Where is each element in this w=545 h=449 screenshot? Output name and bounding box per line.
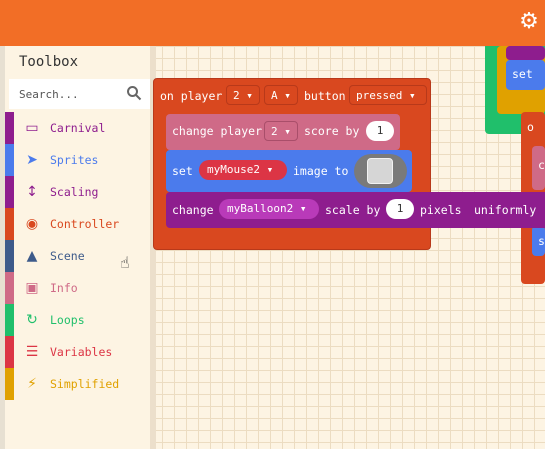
chevron-down-icon: ▾: [259, 163, 274, 176]
vertical-arrows-icon: ↕: [26, 184, 38, 200]
score-prefix: change player: [172, 124, 263, 138]
sprite-dropdown-balloon[interactable]: myBalloon2 ▾: [219, 199, 319, 219]
player-value: 2: [233, 89, 240, 102]
category-color-stripe: [5, 272, 14, 304]
chevron-down-icon: ▾: [277, 89, 291, 102]
chevron-down-icon: ▾: [239, 89, 253, 102]
score-player-dropdown[interactable]: 2 ▾: [264, 121, 298, 141]
toolbox-title: Toolbox: [19, 54, 79, 70]
score-player-value: 2: [271, 125, 278, 138]
category-label: Loops: [50, 313, 85, 327]
category-color-stripe: [5, 112, 14, 144]
scale-units: pixels: [420, 203, 462, 217]
gamepad-icon: ◉: [25, 216, 39, 232]
toolbox-category-carnival[interactable]: ▭ Carnival: [5, 112, 150, 144]
partial-block-pink-right[interactable]: c: [532, 146, 545, 190]
category-color-stripe: [5, 368, 14, 400]
toolbox-category-controller[interactable]: ◉ Controller: [5, 208, 150, 240]
tree-icon: ▲: [26, 248, 38, 264]
category-color-stripe: [5, 304, 14, 336]
sprite-mouse-value: myMouse2: [207, 163, 260, 176]
partial-block-purple-top[interactable]: [506, 46, 545, 60]
partial-s-label: s: [538, 234, 545, 248]
button-value: A: [271, 89, 278, 102]
category-label: Simplified: [50, 377, 120, 391]
id-card-icon: ▣: [25, 280, 39, 296]
hand-cursor-icon: ☝: [120, 253, 130, 272]
scale-prefix: change: [172, 203, 214, 217]
chevron-down-icon: ▾: [277, 125, 291, 138]
gear-icon[interactable]: ⚙: [517, 10, 541, 34]
toolbox-panel: Toolbox Search... ▭ Carnival ➤ Sprites ↕ Scal…: [5, 46, 150, 449]
score-value-input[interactable]: 1: [366, 121, 394, 141]
category-label: Controller: [50, 217, 120, 231]
image-prefix: set: [172, 164, 193, 178]
category-label: Info: [50, 281, 78, 295]
partial-block-blue-right[interactable]: s: [532, 226, 545, 256]
category-color-stripe: [5, 208, 14, 240]
toolbox-category-scaling[interactable]: ↕ Scaling: [5, 176, 150, 208]
search-input[interactable]: Search...: [19, 88, 79, 101]
partial-set-label: set: [512, 67, 533, 81]
event-prefix: on player: [160, 89, 223, 103]
sprite-dropdown-mouse[interactable]: myMouse2 ▾: [199, 160, 287, 180]
state-value: pressed: [356, 89, 403, 102]
partial-c-label: c: [538, 158, 545, 172]
toolbox-category-loops[interactable]: ↻ Loops: [5, 304, 150, 336]
state-dropdown[interactable]: pressed ▾: [349, 85, 427, 105]
image-picker[interactable]: [354, 154, 407, 188]
category-label: Scaling: [50, 185, 99, 199]
search-icon[interactable]: [126, 85, 142, 101]
category-color-stripe: [5, 336, 14, 368]
category-color-stripe: [5, 176, 14, 208]
category-label: Variables: [50, 345, 113, 359]
paper-plane-icon: ➤: [26, 152, 38, 168]
category-label: Scene: [50, 249, 85, 263]
category-color-stripe: [5, 144, 14, 176]
lightning-icon: ⚡: [27, 376, 37, 392]
search-box[interactable]: Search...: [9, 79, 150, 109]
scale-mid: scale by: [325, 203, 381, 217]
toolbox-category-info[interactable]: ▣ Info: [5, 272, 150, 304]
image-suffix: image to: [293, 164, 349, 178]
list-icon: ☰: [25, 344, 39, 360]
score-suffix: score by: [304, 124, 360, 138]
toolbox-category-variables[interactable]: ☰ Variables: [5, 336, 150, 368]
image-thumbnail: [367, 158, 393, 184]
button-dropdown[interactable]: A ▾: [264, 85, 298, 105]
toolbox-category-sprites[interactable]: ➤ Sprites: [5, 144, 150, 176]
refresh-icon: ↻: [26, 312, 38, 328]
scale-value-input[interactable]: 1: [386, 199, 414, 219]
button-label: button: [304, 89, 346, 103]
scale-mode[interactable]: uniformly: [474, 203, 536, 217]
category-label: Carnival: [50, 121, 106, 135]
sprite-balloon-value: myBalloon2: [227, 202, 294, 215]
chevron-down-icon: ▾: [402, 89, 416, 102]
partial-o-label: o: [527, 120, 534, 134]
chevron-down-icon: ▾: [293, 202, 307, 215]
category-label: Sprites: [50, 153, 99, 167]
carnival-icon: ▭: [25, 120, 39, 136]
partial-block-blue-set[interactable]: set: [506, 60, 545, 90]
toolbox-category-simplified[interactable]: ⚡ Simplified: [5, 368, 150, 400]
top-bar: ⚙: [0, 0, 545, 46]
category-color-stripe: [5, 240, 14, 272]
player-dropdown[interactable]: 2 ▾: [226, 85, 260, 105]
